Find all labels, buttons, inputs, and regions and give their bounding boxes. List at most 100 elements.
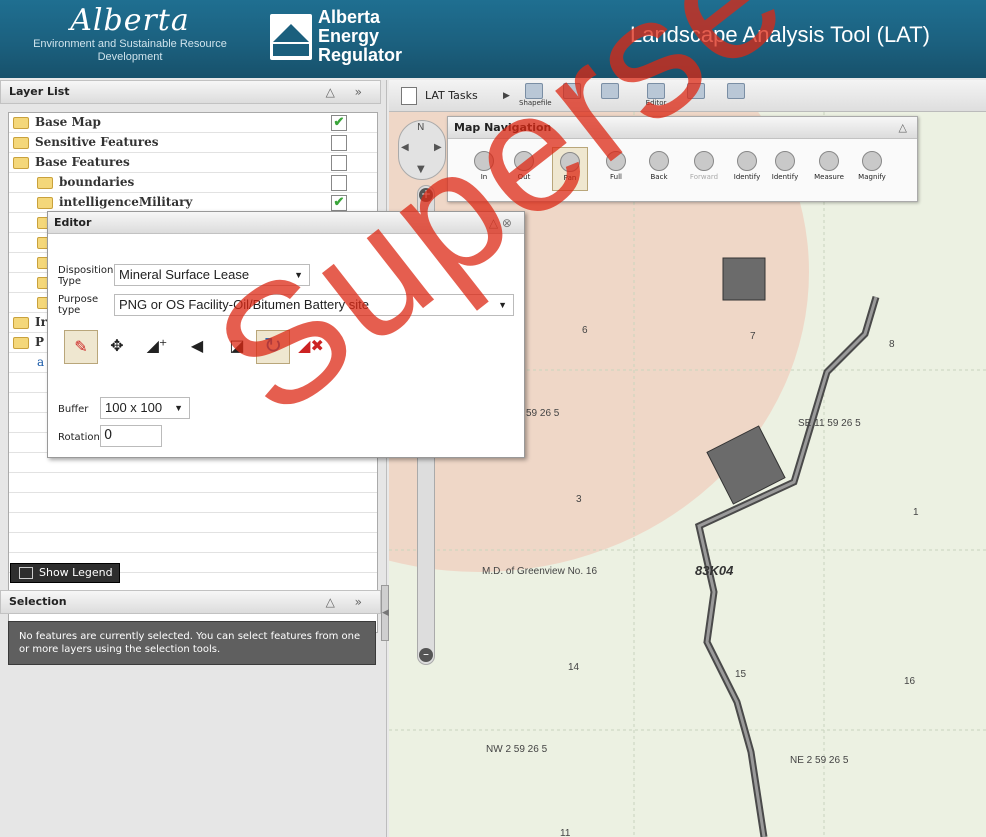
pan-button[interactable]: Pan (552, 147, 588, 191)
map-label: 15 (735, 669, 747, 680)
map-label: 1 (913, 507, 919, 518)
move-button[interactable]: ✥ (100, 330, 134, 364)
magnify-button[interactable]: Magnify (854, 147, 890, 191)
info-edit-button[interactable] (595, 83, 625, 109)
identify-multi-button[interactable]: Identify (767, 147, 803, 191)
layer-list-header: Layer List △ » (0, 80, 381, 104)
map-label: 3 (576, 494, 582, 505)
layer-item-boundaries[interactable]: boundaries (9, 173, 377, 193)
rotation-label: Rotation (58, 432, 100, 443)
aer-logo-icon (270, 14, 312, 60)
identify-button[interactable]: Identify (729, 147, 765, 191)
star-edit-button[interactable] (557, 83, 587, 109)
layer-item-intelligence-military[interactable]: intelligenceMilitary ✔ (9, 193, 377, 213)
map-label: SE 11 59 26 5 (798, 418, 861, 429)
layer-item-base-map[interactable]: Base Map ✔ (9, 113, 377, 133)
zoom-out-button[interactable]: Out (506, 147, 542, 191)
reshape-icon: ◪ (229, 336, 245, 355)
forward-button[interactable]: Forward (686, 147, 722, 191)
zoom-in-button[interactable]: In (466, 147, 502, 191)
reshape-button[interactable]: ◪ (220, 330, 254, 364)
tasks-icon (401, 87, 417, 105)
chevron-down-icon: ▼ (498, 300, 507, 310)
pan-north-icon[interactable]: N (417, 122, 424, 133)
folder-open-icon (13, 156, 29, 169)
main-toolbar: LAT Tasks ▶ Shapefile Editor (389, 80, 986, 112)
facility-square[interactable] (722, 257, 766, 301)
map-label: 11 (560, 828, 571, 837)
map-navigation-header: Map Navigation △ (448, 117, 917, 139)
layer-checkbox[interactable] (331, 135, 347, 151)
map-label: 6 (582, 325, 588, 336)
vertex-button[interactable]: ◀ (180, 330, 214, 364)
purpose-type-select[interactable]: PNG or OS Facility-Oil/Bitumen Battery s… (114, 294, 514, 316)
map-label: 8 (889, 339, 895, 350)
full-extent-button[interactable]: Full (598, 147, 634, 191)
pan-east-icon[interactable]: ▶ (434, 142, 442, 153)
layer-checkbox[interactable] (331, 175, 347, 191)
layer-checkbox[interactable]: ✔ (331, 115, 347, 131)
map-label: NW 2 59 26 5 (486, 744, 548, 755)
print-button[interactable] (681, 83, 711, 109)
identify-multi-icon (775, 151, 795, 171)
delete-vertex-button[interactable]: ◢✖ (294, 330, 328, 364)
map-label: 59 26 5 (526, 408, 560, 419)
vertex-icon: ◀ (190, 336, 204, 355)
delete-vertex-icon: ◢✖ (298, 336, 324, 355)
panel-splitter[interactable]: ◀ (381, 585, 389, 641)
editor-header: Editor △ ⊗ (48, 212, 524, 234)
rotate-icon: ↻ (263, 334, 283, 359)
measure-button[interactable]: Measure (811, 147, 847, 191)
app-header: Alberta Environment and Sustainable Reso… (0, 0, 986, 78)
shapefile-button[interactable]: Shapefile (519, 83, 552, 109)
export-button[interactable] (721, 83, 751, 109)
layer-row-empty (9, 513, 377, 533)
lat-tasks-menu[interactable]: LAT Tasks ▶ (399, 84, 510, 108)
rotate-button[interactable]: ↻ (256, 330, 290, 364)
pan-control[interactable]: N ◀ ▶ ▼ (398, 120, 446, 180)
zoom-out-icon (514, 151, 534, 171)
shapefile-icon (525, 83, 543, 99)
rotation-input[interactable]: 0 (100, 425, 162, 447)
zoom-in-icon[interactable]: + (419, 188, 433, 202)
disposition-type-select[interactable]: Mineral Surface Lease ▼ (114, 264, 310, 286)
draw-button[interactable]: ✎ (64, 330, 98, 364)
pan-south-icon[interactable]: ▼ (417, 164, 425, 175)
editor-icon (647, 83, 665, 99)
layer-row-empty (9, 473, 377, 493)
panel-controls[interactable]: △ » (326, 591, 370, 613)
move-icon: ✥ (110, 336, 124, 355)
pencil-icon: ✎ (74, 337, 88, 356)
zoom-out-icon[interactable]: – (419, 648, 433, 662)
info-edit-icon (601, 83, 619, 99)
map-label: NE 2 59 26 5 (790, 755, 849, 766)
show-legend-button[interactable]: Show Legend (10, 563, 120, 583)
print-icon (687, 83, 705, 99)
chevron-right-icon: ▶ (503, 91, 510, 101)
collapse-icon[interactable]: △ (899, 117, 907, 139)
back-button[interactable]: Back (641, 147, 677, 191)
pan-west-icon[interactable]: ◀ (401, 142, 409, 153)
forward-arrow-icon (694, 151, 714, 171)
editor-controls[interactable]: △ ⊗ (489, 212, 512, 234)
layer-checkbox[interactable]: ✔ (331, 195, 347, 211)
layer-item-base-features[interactable]: Base Features (9, 153, 377, 173)
map-label: M.D. of Greenview No. 16 (482, 566, 598, 577)
panel-controls[interactable]: △ » (326, 81, 370, 103)
identify-icon (737, 151, 757, 171)
pan-hand-icon (560, 152, 580, 172)
editor-panel: Editor △ ⊗ Disposition Type Mineral Surf… (47, 211, 525, 458)
globe-icon (606, 151, 626, 171)
left-panel: Layer List △ » Base Map ✔ Sensitive Feat… (0, 80, 389, 837)
map-label: 14 (568, 662, 580, 673)
map-navigation-panel: Map Navigation △ In Out Pan Full Back Fo… (447, 116, 918, 202)
star-edit-icon (563, 83, 581, 99)
add-vertex-button[interactable]: ◢⁺ (140, 330, 174, 364)
buffer-select[interactable]: 100 x 100 ▼ (100, 397, 190, 419)
layer-checkbox[interactable] (331, 155, 347, 171)
buffer-label: Buffer (58, 404, 89, 415)
map-label: 16 (904, 676, 916, 687)
editor-button[interactable]: Editor (641, 83, 671, 109)
legend-icon (19, 567, 33, 579)
layer-item-sensitive-features[interactable]: Sensitive Features (9, 133, 377, 153)
